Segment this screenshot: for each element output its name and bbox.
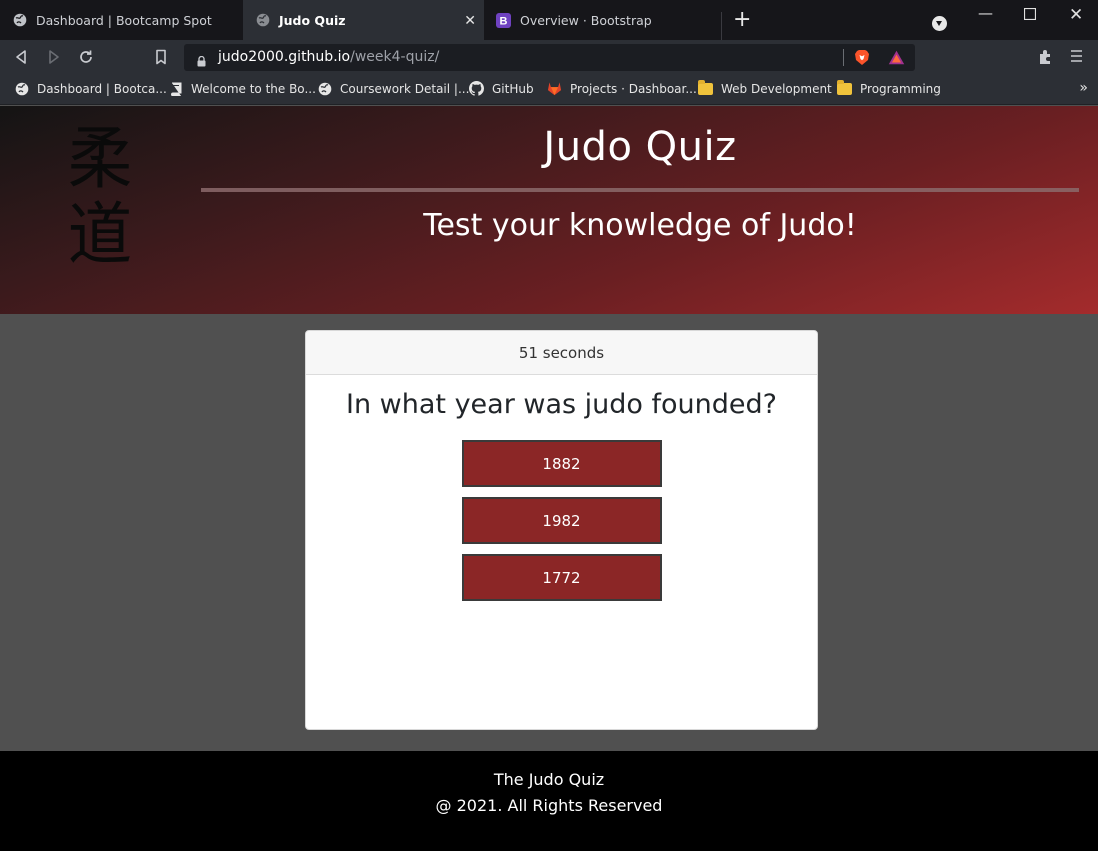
url-text[interactable]: judo2000.github.io/week4-quiz/ xyxy=(218,49,439,65)
reload-icon[interactable] xyxy=(78,49,94,69)
back-icon[interactable] xyxy=(14,49,28,69)
answer-button[interactable]: 1772 xyxy=(461,554,662,601)
answer-button[interactable]: 1882 xyxy=(461,440,662,487)
page-footer: The Judo Quiz @ 2021. All Rights Reserve… xyxy=(0,751,1098,851)
bookmark-page-icon[interactable] xyxy=(155,49,167,69)
answer-button[interactable]: 1982 xyxy=(461,497,662,544)
github-icon xyxy=(469,81,484,96)
maximize-icon[interactable] xyxy=(1023,6,1037,24)
extensions-icon[interactable] xyxy=(1037,49,1053,69)
tab-judo-quiz[interactable]: Judo Quiz ✕ xyxy=(243,0,484,40)
url-host: judo2000.github.io xyxy=(218,49,351,65)
tab-label: Judo Quiz xyxy=(279,12,346,28)
address-bar[interactable]: judo2000.github.io/week4-quiz/ xyxy=(184,44,915,71)
tab-label: Dashboard | Bootcamp Spot xyxy=(36,12,212,28)
bookmark-gitlab-projects[interactable]: Projects · Dashboar... xyxy=(547,81,697,96)
globe-icon xyxy=(14,81,29,96)
gitlab-icon xyxy=(547,81,562,96)
page-content: 柔道 Judo Quiz Test your knowledge of Judo… xyxy=(0,106,1098,851)
bookmark-label: GitHub xyxy=(492,81,534,96)
bookmark-folder-programming[interactable]: Programming xyxy=(837,79,941,96)
bookmark-folder-web-development[interactable]: Web Development xyxy=(698,79,832,96)
bookmark-welcome[interactable]: Welcome to the Bo... xyxy=(168,81,316,96)
bookmark-github[interactable]: GitHub xyxy=(469,81,534,96)
tab-bootstrap-overview[interactable]: B Overview · Bootstrap xyxy=(484,0,721,40)
brave-shields-icon[interactable] xyxy=(854,49,870,70)
bookmarks-overflow-button[interactable]: » xyxy=(1079,80,1088,96)
bookmark-label: Dashboard | Bootca... xyxy=(37,81,167,96)
brave-rewards-icon[interactable] xyxy=(888,50,905,69)
header-divider xyxy=(201,188,1079,192)
tab-dashboard-bootcamp[interactable]: Dashboard | Bootcamp Spot xyxy=(0,0,243,40)
footer-copyright: @ 2021. All Rights Reserved xyxy=(435,796,663,815)
bookmark-dashboard[interactable]: Dashboard | Bootca... xyxy=(14,81,167,96)
tab-search-icon[interactable] xyxy=(932,16,947,31)
lock-icon xyxy=(197,52,206,67)
quiz-question: In what year was judo founded? xyxy=(346,389,777,420)
forward-icon[interactable] xyxy=(47,49,61,69)
globe-icon xyxy=(12,13,27,28)
timer-display: 51 seconds xyxy=(306,331,817,375)
page-title: Judo Quiz xyxy=(543,124,737,170)
page-header: 柔道 Judo Quiz Test your knowledge of Judo… xyxy=(0,106,1098,314)
bookmark-label: Web Development xyxy=(721,81,832,96)
url-path: /week4-quiz/ xyxy=(350,49,440,65)
url-separator xyxy=(843,49,844,66)
bookmark-label: Welcome to the Bo... xyxy=(191,81,316,96)
tab-separator xyxy=(721,12,722,40)
minimize-icon[interactable]: — xyxy=(978,4,993,22)
globe-icon xyxy=(317,81,332,96)
bookmarks-bar: Dashboard | Bootca... Welcome to the Bo.… xyxy=(0,76,1098,105)
tab-strip: Dashboard | Bootcamp Spot Judo Quiz ✕ B … xyxy=(0,0,1098,40)
folder-icon xyxy=(698,79,713,96)
bookmark-label: Coursework Detail |... xyxy=(340,81,470,96)
folder-icon xyxy=(837,79,852,96)
answer-list: 1882 1982 1772 xyxy=(306,440,817,601)
book-icon xyxy=(168,81,183,96)
quiz-card: 51 seconds In what year was judo founded… xyxy=(305,330,818,730)
close-tab-icon[interactable]: ✕ xyxy=(464,13,476,29)
bookmark-label: Projects · Dashboar... xyxy=(570,81,697,96)
svg-text:B: B xyxy=(500,15,508,27)
bookmark-label: Programming xyxy=(860,81,941,96)
globe-icon xyxy=(255,13,270,28)
page-subtitle: Test your knowledge of Judo! xyxy=(423,208,857,243)
new-tab-button[interactable]: + xyxy=(733,9,751,31)
menu-icon[interactable] xyxy=(1070,49,1083,67)
tab-label: Overview · Bootstrap xyxy=(520,12,652,28)
bookmark-coursework[interactable]: Coursework Detail |... xyxy=(317,81,469,96)
bootstrap-icon: B xyxy=(496,12,511,28)
close-window-icon[interactable]: ✕ xyxy=(1069,5,1083,25)
footer-title: The Judo Quiz xyxy=(493,770,605,789)
judo-kanji-logo: 柔道 xyxy=(67,120,133,275)
